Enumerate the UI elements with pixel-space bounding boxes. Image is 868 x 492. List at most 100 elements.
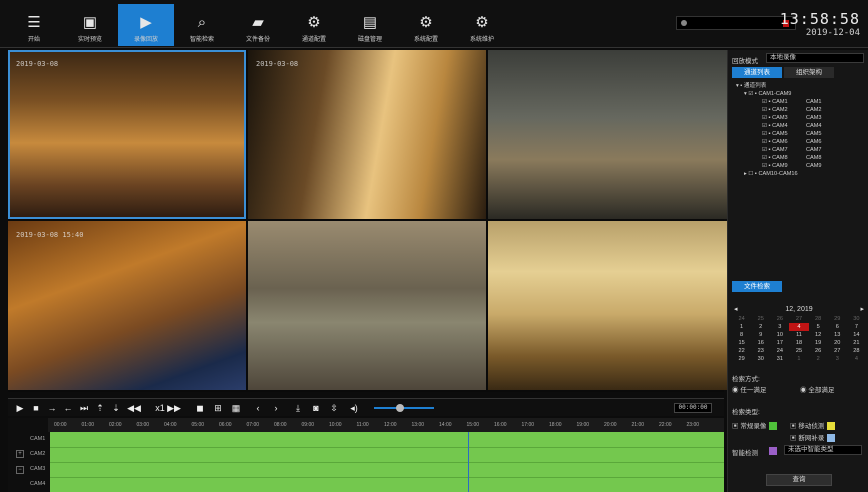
calendar-day[interactable]: 6 xyxy=(828,323,847,331)
calendar-day[interactable]: 21 xyxy=(847,339,866,347)
calendar-day[interactable]: 28 xyxy=(847,347,866,355)
chevron-left-icon[interactable]: ◂ xyxy=(734,305,738,315)
nav-item-channel-config[interactable]: ⚙ 通道配置 xyxy=(286,4,342,46)
camera-view-6[interactable] xyxy=(488,221,728,390)
volume-icon[interactable]: ◂) xyxy=(348,402,360,414)
fast-forward-icon[interactable]: ▶▶ xyxy=(167,402,181,414)
nine-view-icon[interactable]: ▦ xyxy=(230,402,242,414)
method-all-option[interactable]: ◉ 全部满足 xyxy=(800,384,834,394)
snapshot-icon[interactable]: ◙ xyxy=(310,402,322,414)
tree-channel[interactable]: ☑ ▪ CAM5 CAM5 xyxy=(732,130,864,138)
type-normal-option[interactable]: ▣ 常规录像 xyxy=(732,420,778,431)
nav-item-folder[interactable]: ▰ 文件备份 xyxy=(230,4,286,46)
camera-view-1[interactable]: 2019-03-08 xyxy=(8,50,246,219)
tree-group-1[interactable]: ▾ ☑ ▪ CAM1-CAM9 xyxy=(732,90,864,98)
record-tracks[interactable] xyxy=(50,432,724,492)
tab-organization[interactable]: 组织架构 xyxy=(784,67,834,78)
chevron-right-icon[interactable]: ▸ xyxy=(860,305,864,315)
calendar-day[interactable]: 2 xyxy=(809,355,828,363)
calendar-day[interactable]: 14 xyxy=(847,331,866,339)
nav-item-gear[interactable]: ⚙ 系统维护 xyxy=(454,4,510,46)
tree-channel[interactable]: ☑ ▪ CAM7 CAM7 xyxy=(732,146,864,154)
calendar-day[interactable]: 30 xyxy=(847,315,866,323)
step-frame-icon[interactable]: ⏭ xyxy=(78,402,90,414)
play-icon[interactable]: ▶ xyxy=(14,402,26,414)
tab-file-search[interactable]: 文件检索 xyxy=(732,281,782,292)
query-button[interactable]: 查询 xyxy=(766,474,832,486)
calendar-day[interactable]: 31 xyxy=(770,355,789,363)
download-icon[interactable]: ⤓ xyxy=(292,402,304,414)
calendar-day[interactable]: 1 xyxy=(789,355,808,363)
four-view-icon[interactable]: ⊞ xyxy=(212,402,224,414)
tree-channel[interactable]: ☑ ▪ CAM8 CAM8 xyxy=(732,154,864,162)
volume-slider-knob[interactable] xyxy=(396,404,404,412)
calendar-day[interactable]: 3 xyxy=(828,355,847,363)
playback-time-field[interactable]: 00:00:00 xyxy=(674,403,712,413)
calendar-day[interactable]: 24 xyxy=(732,315,751,323)
tree-channel[interactable]: ☑ ▪ CAM4 CAM4 xyxy=(732,122,864,130)
calendar-day[interactable]: 28 xyxy=(809,315,828,323)
calendar-day[interactable]: 29 xyxy=(732,355,751,363)
next-icon[interactable]: → xyxy=(46,402,58,414)
playback-mode-select[interactable]: 本地录像 xyxy=(766,53,864,63)
tree-channel[interactable]: ☑ ▪ CAM9 CAM9 xyxy=(732,162,864,170)
nav-item-live-view[interactable]: ▣ 实时预览 xyxy=(62,4,118,46)
calendar-day[interactable]: 4 xyxy=(847,355,866,363)
clip-start-icon[interactable]: ⇡ xyxy=(94,402,106,414)
calendar-day[interactable]: 4 xyxy=(789,323,809,331)
camera-view-3[interactable] xyxy=(488,50,728,219)
calendar-day[interactable]: 11 xyxy=(789,331,808,339)
calendar-day[interactable]: 16 xyxy=(751,339,770,347)
calendar-day[interactable]: 27 xyxy=(789,315,808,323)
smart-type-select[interactable]: 未选中智能类型 xyxy=(784,445,862,455)
calendar-day[interactable]: 27 xyxy=(828,347,847,355)
calendar-day[interactable]: 29 xyxy=(828,315,847,323)
tree-group-2[interactable]: ▸ ☐ ▪ CAM10-CAM16 xyxy=(732,170,864,178)
timeline-cursor[interactable] xyxy=(468,432,469,492)
collapse-track-button[interactable]: − xyxy=(16,466,24,474)
camera-view-5[interactable] xyxy=(248,221,486,390)
tree-root[interactable]: ▾ ▪ 通道列表 xyxy=(732,82,864,90)
method-any-option[interactable]: ◉ 任一满足 xyxy=(732,384,766,394)
zoom-icon[interactable]: ⇳ xyxy=(328,402,340,414)
stop-icon[interactable]: ■ xyxy=(30,402,42,414)
tree-channel[interactable]: ☑ ▪ CAM1 CAM1 xyxy=(732,98,864,106)
calendar-day[interactable]: 13 xyxy=(828,331,847,339)
calendar-day[interactable]: 19 xyxy=(809,339,828,347)
nav-item-disk[interactable]: ▤ 磁盘管理 xyxy=(342,4,398,46)
expand-track-button[interactable]: + xyxy=(16,450,24,458)
calendar-day[interactable]: 26 xyxy=(809,347,828,355)
nav-item-playback[interactable]: ▶ 录像回放 xyxy=(118,4,174,46)
calendar-day[interactable]: 30 xyxy=(751,355,770,363)
calendar-day[interactable]: 2 xyxy=(751,323,770,331)
calendar-day[interactable]: 7 xyxy=(847,323,866,331)
tree-channel[interactable]: ☑ ▪ CAM2 CAM2 xyxy=(732,106,864,114)
calendar-day[interactable]: 15 xyxy=(732,339,751,347)
calendar-day[interactable]: 20 xyxy=(828,339,847,347)
calendar-day[interactable]: 5 xyxy=(809,323,828,331)
calendar-day[interactable]: 10 xyxy=(770,331,789,339)
chevron-left-icon[interactable]: ‹ xyxy=(252,402,264,414)
clip-end-icon[interactable]: ⇣ xyxy=(110,402,122,414)
nav-item-system-config[interactable]: ⚙ 系统配置 xyxy=(398,4,454,46)
timeline-ruler[interactable]: 00:00 01:00 02:00 03:00 04:00 05:00 06:00 07:00… xyxy=(48,418,724,432)
nav-item-smart-search[interactable]: ⌕ 智能检索 xyxy=(174,4,230,46)
chevron-right-icon[interactable]: › xyxy=(270,402,282,414)
calendar-day[interactable]: 1 xyxy=(732,323,751,331)
calendar-day[interactable]: 8 xyxy=(732,331,751,339)
calendar-day[interactable]: 25 xyxy=(751,315,770,323)
calendar-day[interactable]: 22 xyxy=(732,347,751,355)
camera-view-4[interactable]: 2019-03-08 15:40 xyxy=(8,221,246,390)
calendar-day[interactable]: 9 xyxy=(751,331,770,339)
previous-icon[interactable]: ← xyxy=(62,402,74,414)
calendar-day[interactable]: 26 xyxy=(770,315,789,323)
slow-forward-icon[interactable]: ◀◀ xyxy=(127,402,141,414)
tree-channel[interactable]: ☑ ▪ CAM3 CAM3 xyxy=(732,114,864,122)
calendar-day[interactable]: 23 xyxy=(751,347,770,355)
calendar-day[interactable]: 24 xyxy=(770,347,789,355)
type-disconnect-option[interactable]: ▣ 断网补录 xyxy=(790,432,836,443)
calendar-day[interactable]: 3 xyxy=(770,323,789,331)
calendar-day[interactable]: 17 xyxy=(770,339,789,347)
nav-item-menu[interactable]: ☰ 开始 xyxy=(6,4,62,46)
calendar-day[interactable]: 12 xyxy=(809,331,828,339)
